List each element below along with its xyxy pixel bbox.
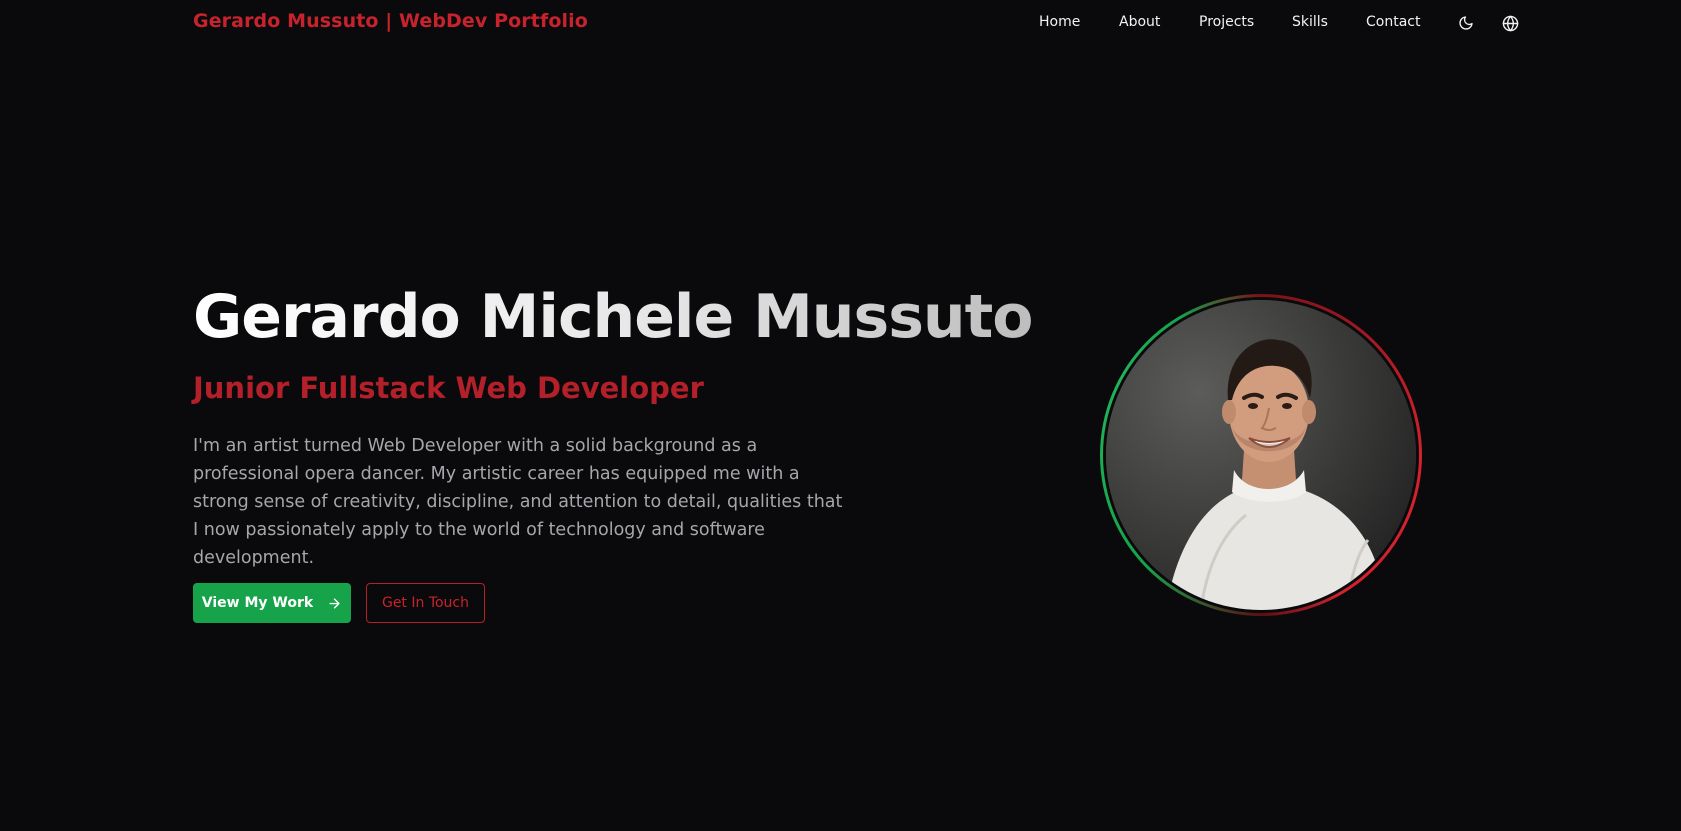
hero-role: Junior Fullstack Web Developer	[193, 371, 704, 405]
nav-skills[interactable]: Skills	[1292, 14, 1328, 30]
nav-home[interactable]: Home	[1039, 14, 1080, 30]
navbar: Gerardo Mussuto | WebDev Portfolio Home …	[0, 0, 1681, 46]
nav-links: Home About Projects Skills Contact	[0, 14, 1681, 34]
hero-name: Gerardo Michele Mussuto	[193, 282, 1034, 352]
theme-toggle-button[interactable]	[1456, 13, 1476, 33]
hero-bio: I'm an artist turned Web Developer with …	[193, 436, 843, 568]
nav-contact[interactable]: Contact	[1366, 14, 1420, 30]
moon-icon	[1459, 16, 1473, 30]
language-button[interactable]	[1500, 13, 1520, 33]
nav-projects[interactable]: Projects	[1199, 14, 1254, 30]
get-in-touch-label: Get In Touch	[381, 595, 470, 611]
profile-photo	[1106, 300, 1416, 610]
portfolio-page: Gerardo Mussuto | WebDev Portfolio Home …	[0, 0, 1681, 831]
nav-about[interactable]: About	[1119, 14, 1160, 30]
arrow-right-icon	[329, 597, 340, 609]
get-in-touch-button[interactable]: Get In Touch	[366, 583, 485, 623]
globe-icon	[1502, 15, 1518, 31]
view-my-work-label: View My Work	[201, 595, 314, 611]
profile-photo-frame	[1100, 294, 1422, 616]
view-my-work-button[interactable]: View My Work	[193, 583, 351, 623]
